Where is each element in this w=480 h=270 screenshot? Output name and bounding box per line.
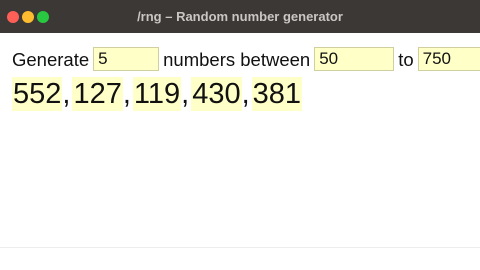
max-input[interactable]: [417, 47, 480, 71]
result-number: 127: [72, 77, 123, 111]
to-label: to: [398, 49, 414, 70]
min-input[interactable]: [314, 47, 395, 71]
generator-form: Generate numbers between to: [12, 47, 480, 73]
count-input[interactable]: [93, 47, 160, 71]
numbers-between-label: numbers between: [163, 49, 311, 70]
result-separator: ,: [241, 78, 250, 110]
result-number: 381: [251, 77, 303, 111]
result-number: 119: [132, 77, 182, 111]
generate-label: Generate: [12, 49, 90, 70]
divider: [0, 247, 480, 248]
result-separator: ,: [122, 78, 131, 110]
result-number: 552: [12, 77, 63, 111]
result-number: 430: [191, 77, 242, 111]
results-list: 552, 127, 119, 430, 381: [12, 77, 303, 113]
title-bar: /rng – Random number generator: [0, 0, 480, 33]
window-title: /rng – Random number generator: [137, 9, 343, 24]
result-separator: ,: [181, 78, 190, 110]
result-separator: ,: [62, 78, 71, 110]
